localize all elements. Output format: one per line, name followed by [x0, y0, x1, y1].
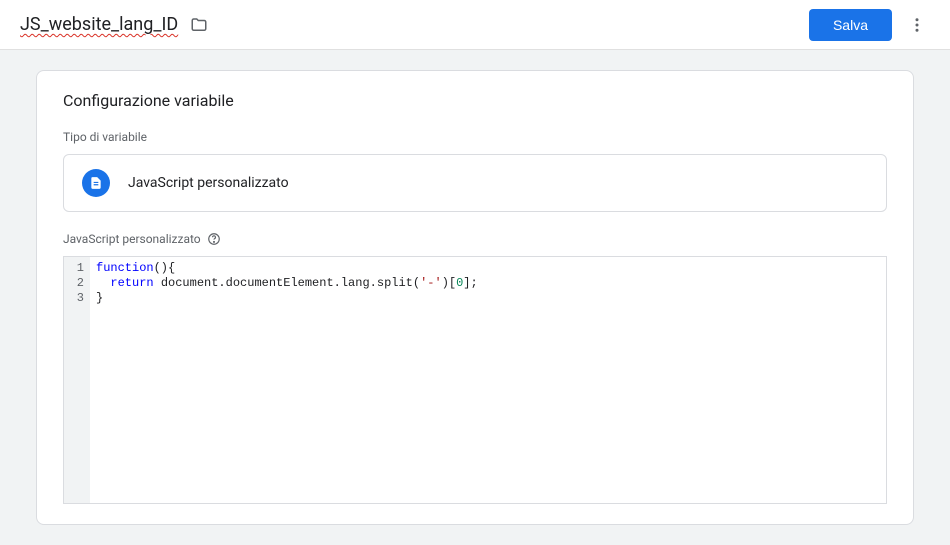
save-button[interactable]: Salva — [809, 9, 892, 41]
editor-label: JavaScript personalizzato — [63, 232, 887, 246]
folder-icon[interactable] — [190, 16, 208, 34]
variable-title[interactable]: JS_website_lang_ID — [20, 14, 178, 35]
config-panel: Configurazione variabile Tipo di variabi… — [36, 70, 914, 525]
panel-heading: Configurazione variabile — [63, 91, 887, 110]
variable-type-card[interactable]: JavaScript personalizzato — [63, 154, 887, 212]
more-menu-icon[interactable] — [904, 12, 930, 38]
code-editor[interactable]: 123 function(){ return document.document… — [63, 256, 887, 504]
header: JS_website_lang_ID Salva — [0, 0, 950, 50]
variable-type-label: Tipo di variabile — [63, 130, 887, 144]
help-icon[interactable] — [207, 232, 221, 246]
variable-type-value: JavaScript personalizzato — [128, 175, 289, 191]
code-area[interactable]: function(){ return document.documentElem… — [90, 257, 886, 503]
document-icon — [82, 169, 110, 197]
line-gutter: 123 — [64, 257, 90, 503]
